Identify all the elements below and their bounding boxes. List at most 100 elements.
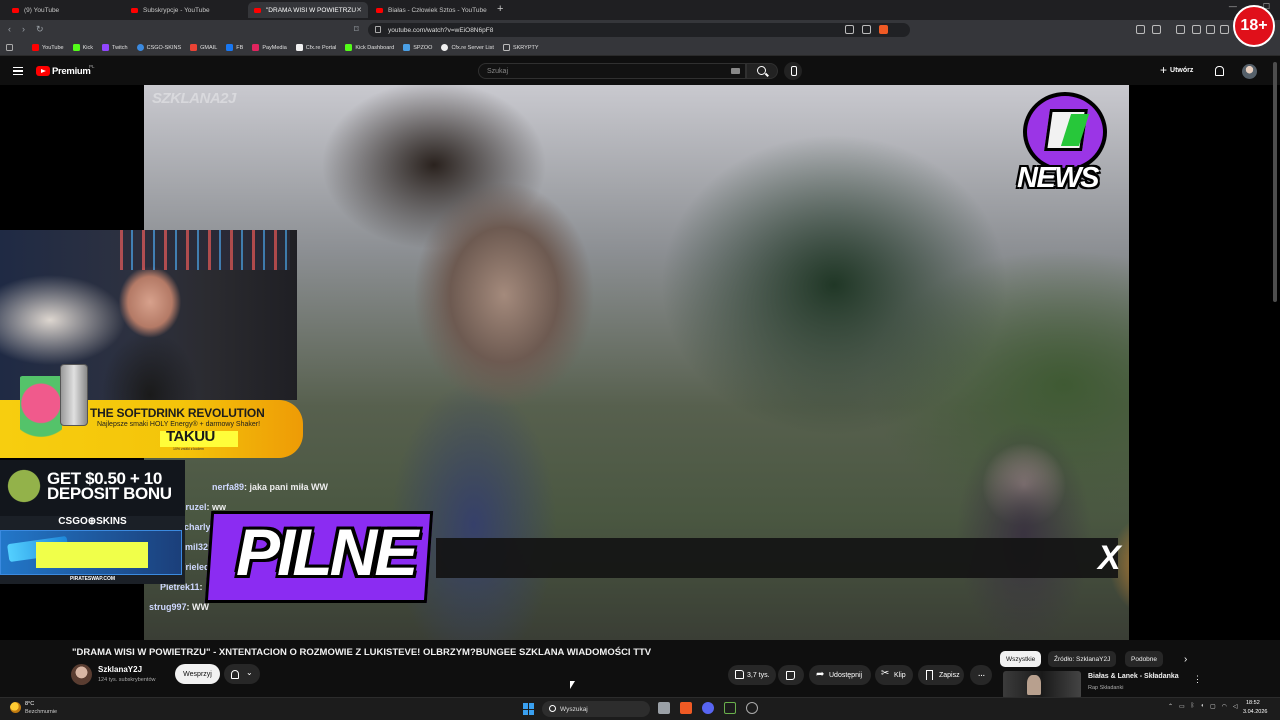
wallet-icon[interactable] [1220, 25, 1229, 34]
clock-date[interactable]: 3.04.2026 [1243, 709, 1267, 715]
bookmark-spzoo[interactable]: SPZOO [403, 44, 432, 51]
channel-watermark: SZKLANA2J [152, 90, 236, 107]
reload-icon[interactable]: ↻ [36, 24, 44, 35]
bookmark-paymedia[interactable]: PayMedia [252, 44, 287, 51]
clock-time[interactable]: 18:52 [1246, 700, 1260, 706]
network-icon[interactable]: ▭ [1179, 703, 1185, 710]
downloads-icon[interactable] [1176, 25, 1185, 34]
youtube-logo-icon[interactable] [36, 66, 50, 76]
filter-chip-similar[interactable]: Podobne [1125, 651, 1164, 667]
display-icon[interactable]: ▢ [1210, 703, 1216, 710]
recommended-title[interactable]: Białas & Lanek - Składanka [1088, 673, 1179, 680]
youtube-favicon-icon [376, 7, 383, 13]
browser-tab-active[interactable]: "DRAMA WISI W POWIETRZU ✕ [248, 2, 368, 18]
volume-icon[interactable]: ◁ [1233, 703, 1238, 710]
create-button[interactable]: + Utwórz [1160, 64, 1193, 76]
channel-name[interactable]: SzklanaY2J [98, 665, 142, 674]
softdrink-subtitle: Najlepsze smaki HOLY Energy® + darmowy S… [97, 421, 261, 428]
media-icon[interactable] [1192, 25, 1201, 34]
apps-icon[interactable] [6, 44, 23, 51]
keyboard-icon[interactable] [731, 68, 740, 74]
twitch-icon [102, 44, 110, 51]
bluetooth-icon[interactable]: ᛒ [1191, 703, 1195, 710]
bookmark-icon[interactable]: ⌑ [354, 24, 359, 35]
recommended-channel[interactable]: Rap Składanki [1088, 685, 1123, 691]
voice-search-button[interactable] [784, 62, 802, 80]
chevron-down-icon: ⌄ [246, 668, 253, 677]
browser-toolbar: ‹ › ↻ ⌑ youtube.com/watch?v=wEiO8N6pF8 [0, 20, 1280, 40]
bookmark-kick-dashboard[interactable]: Kick Dashboard [345, 44, 394, 51]
forward-icon[interactable]: › [22, 24, 25, 34]
mic-icon[interactable]: ◖ [1200, 703, 1204, 710]
share-page-icon[interactable] [862, 25, 871, 34]
bookmark-twitch[interactable]: Twitch [102, 44, 128, 51]
bookmark-kick[interactable]: Kick [72, 44, 93, 51]
xbox-icon[interactable] [724, 702, 736, 714]
more-vert-icon[interactable]: ⋮ [1193, 674, 1202, 685]
extension-icon[interactable] [1152, 25, 1161, 34]
bookmark-icon [926, 670, 933, 680]
chat-message: nerfa89: jaka pani miła WW [212, 482, 329, 492]
install-app-icon[interactable] [845, 25, 854, 34]
shaker-can-icon [60, 364, 88, 426]
bookmark-skrypty[interactable]: SKRYPTY [502, 44, 539, 51]
bookmark-gmail[interactable]: GMAIL [190, 44, 217, 51]
brave-shields-icon[interactable] [879, 25, 888, 34]
k-logo-icon [1044, 109, 1088, 151]
ticker-close-icon: X [1098, 539, 1121, 577]
subscription-bell-button[interactable]: ⌄ [224, 664, 260, 684]
search-placeholder: Szukaj [487, 67, 509, 75]
address-bar[interactable]: youtube.com/watch?v=wEiO8N6pF8 [368, 23, 910, 37]
close-tab-icon[interactable]: ✕ [356, 6, 362, 14]
bookmark-fb[interactable]: FB [226, 44, 243, 51]
bookmark-cfx-server-list[interactable]: Cfx.re Server List [441, 44, 494, 51]
share-button[interactable]: ➦ Udostępnij [809, 665, 871, 685]
clip-label: Klip [894, 671, 906, 679]
page-scrollbar[interactable] [1273, 62, 1277, 302]
filter-chip-all[interactable]: Wszystkie [1000, 651, 1042, 667]
new-tab-button[interactable]: + [497, 3, 503, 15]
wifi-icon[interactable]: ◠ [1222, 703, 1227, 710]
task-view-icon[interactable] [658, 702, 670, 714]
back-icon[interactable]: ‹ [8, 24, 11, 34]
discord-icon[interactable] [702, 702, 714, 714]
paymedia-icon [252, 44, 260, 51]
weather-sun-icon[interactable] [10, 702, 21, 713]
brave-browser-icon[interactable] [680, 702, 692, 714]
premium-label[interactable]: Premium [52, 66, 91, 77]
bookmark-csgo-skins[interactable]: CSGO-SKINS [136, 44, 181, 51]
browser-tab[interactable]: Subskrypcje - YouTube [125, 2, 247, 18]
recommended-thumbnail[interactable] [1003, 671, 1081, 699]
obs-icon[interactable] [746, 702, 758, 714]
account-avatar[interactable] [1242, 64, 1257, 79]
like-button[interactable]: 3,7 tys. [728, 665, 776, 685]
bookmark-youtube[interactable]: YouTube [32, 44, 64, 51]
dislike-button[interactable] [778, 665, 804, 685]
chevron-right-icon[interactable]: › [1184, 654, 1187, 665]
taskbar-search[interactable]: Wyszukaj [542, 701, 650, 717]
bookmark-cfx-portal[interactable]: Cfx.re Portal [295, 44, 336, 51]
youtube-favicon-icon [131, 7, 138, 13]
extension-icon[interactable] [1136, 25, 1145, 34]
promo-fineprint: 10% zniżki z kodem [173, 447, 204, 451]
sidebar-icon[interactable] [1206, 25, 1215, 34]
tab-title: Białas - Człowiek Sztos - YouTube [388, 6, 487, 14]
browser-tab[interactable]: (9) YouTube [6, 2, 124, 18]
search-input[interactable]: Szukaj [478, 63, 746, 79]
start-button[interactable] [523, 703, 535, 715]
save-button[interactable]: Zapisz [918, 665, 964, 685]
more-actions-button[interactable]: ··· [970, 665, 992, 685]
support-button[interactable]: Wesprzyj [175, 664, 220, 684]
minimize-icon[interactable]: — [1229, 2, 1237, 11]
browser-tab[interactable]: Białas - Człowiek Sztos - YouTube [370, 2, 494, 18]
notifications-icon[interactable] [1215, 66, 1224, 76]
region-label: PL [89, 64, 95, 69]
search-button[interactable] [746, 63, 778, 79]
channel-avatar[interactable] [71, 664, 92, 685]
clip-button[interactable]: ✂ Klip [875, 665, 913, 685]
video-title: "DRAMA WISI W POWIETRZU" - XNTENTACION O… [72, 647, 652, 658]
chevron-up-icon[interactable]: ⌃ [1168, 703, 1173, 710]
filter-chip-source[interactable]: Źródło: SzklanaY2J [1048, 651, 1117, 667]
menu-icon[interactable] [13, 67, 23, 75]
rewards-icon[interactable] [896, 25, 905, 34]
